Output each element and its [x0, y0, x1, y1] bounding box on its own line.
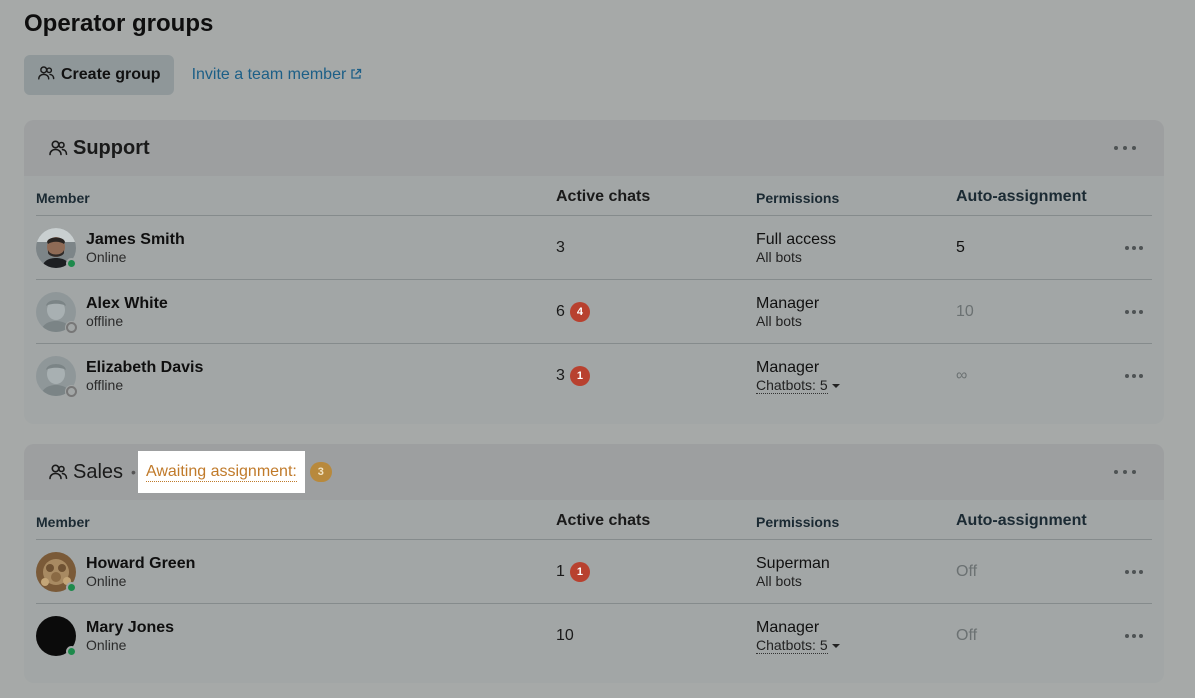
awaiting-assignment-highlight: Awaiting assignment: [137, 451, 305, 493]
active-chats-count: 3 [556, 238, 565, 256]
permission-scope: All bots [756, 573, 802, 589]
auto-assignment-value: 10 [956, 302, 974, 320]
permission-role: Superman [756, 555, 830, 572]
permission-role: Manager [756, 358, 820, 376]
group-header: Sales • Awaiting assignment: 3 [24, 444, 1164, 500]
online-status-icon [66, 646, 77, 657]
table-row[interactable]: Elizabeth Davis offline 3 1 Manager Chat… [36, 344, 1152, 408]
column-permissions: Permissions [756, 190, 840, 206]
members-table: Member Active chats Permissions Auto-ass… [36, 176, 1152, 408]
member-name: Alex White [86, 294, 168, 312]
unread-badge: 1 [569, 561, 590, 582]
row-more-icon[interactable] [1125, 634, 1143, 638]
separator-dot: • [131, 464, 136, 480]
table-header: Member Active chats Permissions Auto-ass… [36, 500, 1152, 540]
online-status-icon [66, 257, 77, 269]
permission-scope: All bots [756, 249, 802, 265]
caret-down-icon [831, 384, 840, 388]
permission-scope: Chatbots: 5 [756, 376, 828, 394]
group-more-icon[interactable] [1114, 138, 1136, 158]
table-row[interactable]: James Smith Online 3 Full access All bot… [36, 216, 1152, 280]
group-header: Support [24, 120, 1164, 176]
active-chats-count: 1 [556, 562, 565, 580]
permission-role: Full access [756, 231, 837, 248]
column-active-chats: Active chats [556, 188, 651, 205]
create-group-button[interactable]: Create group [24, 55, 174, 95]
group-icon [48, 138, 68, 158]
unread-badge: 4 [569, 301, 590, 322]
active-chats-count: 10 [556, 627, 574, 644]
column-member: Member [36, 190, 90, 206]
avatar [36, 227, 77, 269]
group-more-icon[interactable] [1114, 462, 1136, 482]
group-card-support: Support Member Active chats Permissions … [24, 120, 1164, 424]
row-more-icon[interactable] [1125, 374, 1143, 378]
chatbots-dropdown[interactable]: Chatbots: 5 [756, 637, 840, 654]
member-name: James Smith [86, 230, 185, 248]
toolbar: Create group Invite a team member [24, 55, 362, 95]
page-title: Operator groups [24, 10, 214, 37]
chatbots-dropdown[interactable]: Chatbots: 5 [756, 377, 840, 394]
online-status-icon [66, 581, 77, 593]
group-name: Sales [73, 460, 124, 483]
auto-assignment-value: ∞ [956, 367, 968, 384]
offline-status-icon [66, 321, 77, 333]
permission-role: Manager [756, 618, 820, 636]
member-status: Online [86, 572, 127, 589]
active-chats-count: 6 [556, 302, 565, 320]
member-name: Elizabeth Davis [86, 359, 204, 376]
active-chats-count: 3 [556, 367, 565, 384]
member-name: Howard Green [86, 554, 196, 572]
column-auto-assignment: Auto-assignment [956, 188, 1087, 205]
permission-scope: All bots [756, 313, 802, 329]
auto-assignment-value: Off [956, 627, 978, 644]
row-more-icon[interactable] [1125, 246, 1143, 250]
awaiting-count-badge: 3 [309, 462, 332, 482]
group-icon [48, 462, 68, 482]
avatar [36, 291, 77, 333]
create-group-label: Create group [61, 66, 161, 83]
column-auto-assignment: Auto-assignment [956, 512, 1087, 529]
member-status: offline [86, 377, 124, 393]
external-link-icon [350, 66, 362, 85]
column-member: Member [36, 514, 90, 530]
table-row[interactable]: Howard Green Online 1 1 Superman All bot… [36, 540, 1152, 604]
avatar [36, 551, 77, 593]
member-status: Online [86, 248, 127, 265]
table-header: Member Active chats Permissions Auto-ass… [36, 176, 1152, 216]
caret-down-icon [831, 644, 840, 648]
permission-role: Manager [756, 295, 820, 312]
avatar [36, 616, 77, 657]
awaiting-assignment-link[interactable]: Awaiting assignment: [145, 463, 297, 482]
member-name: Mary Jones [86, 619, 175, 636]
column-active-chats: Active chats [556, 512, 651, 529]
member-status: offline [86, 312, 124, 329]
auto-assignment-value: 5 [956, 238, 965, 256]
column-permissions: Permissions [756, 514, 840, 530]
group-icon [37, 64, 55, 87]
auto-assignment-value: Off [956, 562, 978, 580]
unread-badge: 1 [569, 366, 590, 386]
row-more-icon[interactable] [1125, 570, 1143, 574]
member-status: Online [86, 637, 127, 653]
group-name: Support [73, 136, 150, 159]
table-row[interactable]: Mary Jones Online 10 Manager Chatbots: 5… [36, 604, 1152, 668]
table-row[interactable]: Alex White offline 6 4 Manager All bots … [36, 280, 1152, 344]
row-more-icon[interactable] [1125, 310, 1143, 314]
avatar [36, 356, 77, 397]
invite-team-member-link[interactable]: Invite a team member [192, 66, 363, 85]
group-card-sales: Sales • Awaiting assignment: 3 Member Ac… [24, 444, 1164, 683]
members-table: Member Active chats Permissions Auto-ass… [36, 500, 1152, 668]
invite-label: Invite a team member [191, 66, 347, 83]
offline-status-icon [66, 386, 77, 397]
permission-scope: Chatbots: 5 [756, 636, 828, 654]
